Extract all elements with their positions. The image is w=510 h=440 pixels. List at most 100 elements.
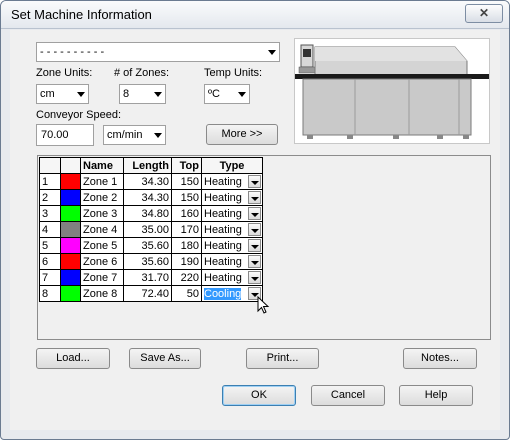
zone-top-cell[interactable]: 150 — [171, 189, 202, 206]
zone-top-cell[interactable]: 170 — [171, 221, 202, 238]
table-row[interactable]: 2 Zone 2 34.30 150 Heating — [39, 189, 263, 206]
zone-type-cell[interactable]: Heating — [201, 189, 263, 206]
table-row[interactable]: 3 Zone 3 34.80 160 Heating — [39, 205, 263, 222]
zone-name-cell[interactable]: Zone 5 — [80, 237, 124, 254]
conveyor-speed-input[interactable]: 70.00 — [36, 124, 94, 146]
zone-color-cell[interactable] — [60, 221, 81, 238]
zone-length-cell[interactable]: 35.60 — [123, 237, 172, 254]
header-type[interactable]: Type — [201, 157, 263, 174]
zone-units-select[interactable]: cm — [36, 84, 89, 104]
zone-top-cell[interactable]: 180 — [171, 237, 202, 254]
zone-color-cell[interactable] — [60, 205, 81, 222]
save-as-button[interactable]: Save As... — [129, 348, 201, 369]
zone-units-value: cm — [40, 88, 55, 100]
zone-type-cell[interactable]: Heating — [201, 173, 263, 190]
print-button[interactable]: Print... — [246, 348, 319, 369]
zone-type-cell[interactable]: Heating — [201, 237, 263, 254]
title-bar[interactable]: Set Machine Information ✕ — [1, 1, 509, 29]
zone-type-value: Heating — [204, 191, 242, 204]
zone-color-swatch — [61, 270, 80, 285]
zone-type-value: Cooling — [204, 287, 242, 300]
zone-type-cell[interactable]: Cooling — [201, 285, 263, 302]
chevron-down-icon[interactable] — [248, 207, 261, 220]
zone-top-cell[interactable]: 50 — [171, 285, 202, 302]
header-length[interactable]: Length — [123, 157, 172, 174]
table-row[interactable]: 8 Zone 8 72.40 50 Cooling — [39, 285, 263, 302]
zone-color-cell[interactable] — [60, 285, 81, 302]
zone-color-cell[interactable] — [60, 173, 81, 190]
zone-length-cell[interactable]: 35.00 — [123, 221, 172, 238]
zone-top-cell[interactable]: 160 — [171, 205, 202, 222]
dialog-content: - - - - - - - - - - Zone Units: cm # of … — [10, 30, 500, 430]
zone-name-cell[interactable]: Zone 6 — [80, 253, 124, 270]
chevron-down-icon[interactable] — [248, 255, 261, 268]
zone-top-cell[interactable]: 150 — [171, 173, 202, 190]
zone-length-cell[interactable]: 35.60 — [123, 253, 172, 270]
chevron-down-icon[interactable] — [248, 239, 261, 252]
ok-button[interactable]: OK — [222, 385, 296, 406]
conveyor-speed-unit-select[interactable]: cm/min — [103, 125, 166, 145]
chevron-down-icon[interactable] — [248, 271, 261, 284]
row-index[interactable]: 3 — [39, 205, 61, 222]
chevron-down-icon — [154, 92, 162, 97]
close-button[interactable]: ✕ — [465, 4, 503, 23]
zone-type-cell[interactable]: Heating — [201, 253, 263, 270]
temp-units-label: Temp Units: — [204, 67, 263, 79]
profile-select[interactable]: - - - - - - - - - - — [36, 42, 280, 62]
zone-color-cell[interactable] — [60, 253, 81, 270]
row-index[interactable]: 7 — [39, 269, 61, 286]
more-button[interactable]: More >> — [206, 124, 278, 145]
notes-button[interactable]: Notes... — [403, 348, 477, 369]
zone-units-label: Zone Units: — [36, 67, 93, 79]
zone-top-cell[interactable]: 190 — [171, 253, 202, 270]
zone-type-cell[interactable]: Heating — [201, 205, 263, 222]
help-button[interactable]: Help — [399, 385, 473, 406]
table-row[interactable]: 1 Zone 1 34.30 150 Heating — [39, 173, 263, 190]
zone-name-cell[interactable]: Zone 3 — [80, 205, 124, 222]
zone-length-cell[interactable]: 34.30 — [123, 189, 172, 206]
load-button[interactable]: Load... — [36, 348, 110, 369]
table-row[interactable]: 6 Zone 6 35.60 190 Heating — [39, 253, 263, 270]
row-index[interactable]: 8 — [39, 285, 61, 302]
zone-length-cell[interactable]: 31.70 — [123, 269, 172, 286]
zone-color-cell[interactable] — [60, 189, 81, 206]
zone-name-cell[interactable]: Zone 2 — [80, 189, 124, 206]
chevron-down-icon[interactable] — [248, 223, 261, 236]
table-row[interactable]: 5 Zone 5 35.60 180 Heating — [39, 237, 263, 254]
row-index[interactable]: 4 — [39, 221, 61, 238]
zone-type-cell[interactable]: Heating — [201, 269, 263, 286]
zone-length-cell[interactable]: 34.80 — [123, 205, 172, 222]
zone-name-cell[interactable]: Zone 1 — [80, 173, 124, 190]
cancel-button[interactable]: Cancel — [311, 385, 385, 406]
row-index[interactable]: 2 — [39, 189, 61, 206]
zone-name-cell[interactable]: Zone 7 — [80, 269, 124, 286]
zone-color-swatch — [61, 190, 80, 205]
zone-type-value: Heating — [204, 255, 242, 268]
table-row[interactable]: 4 Zone 4 35.00 170 Heating — [39, 221, 263, 238]
num-zones-select[interactable]: 8 — [119, 84, 166, 104]
zone-color-swatch — [61, 222, 80, 237]
zone-name-cell[interactable]: Zone 8 — [80, 285, 124, 302]
zone-type-cell[interactable]: Heating — [201, 221, 263, 238]
zone-color-cell[interactable] — [60, 237, 81, 254]
row-index[interactable]: 1 — [39, 173, 61, 190]
temp-units-select[interactable]: ºC — [204, 84, 250, 104]
zone-color-swatch — [61, 286, 80, 301]
row-index[interactable]: 6 — [39, 253, 61, 270]
row-index[interactable]: 5 — [39, 237, 61, 254]
dialog-window: Set Machine Information ✕ - - - - - - - … — [0, 0, 510, 440]
chevron-down-icon[interactable] — [248, 175, 261, 188]
zone-top-cell[interactable]: 220 — [171, 269, 202, 286]
header-name[interactable]: Name — [80, 157, 124, 174]
chevron-down-icon[interactable] — [248, 191, 261, 204]
zone-length-cell[interactable]: 72.40 — [123, 285, 172, 302]
header-color — [60, 157, 81, 174]
conveyor-speed-value: 70.00 — [41, 129, 69, 141]
zone-length-cell[interactable]: 34.30 — [123, 173, 172, 190]
table-row[interactable]: 7 Zone 7 31.70 220 Heating — [39, 269, 263, 286]
zone-color-cell[interactable] — [60, 269, 81, 286]
header-top[interactable]: Top — [171, 157, 202, 174]
zone-name-cell[interactable]: Zone 4 — [80, 221, 124, 238]
chevron-down-icon — [154, 133, 162, 138]
num-zones-value: 8 — [123, 88, 130, 100]
